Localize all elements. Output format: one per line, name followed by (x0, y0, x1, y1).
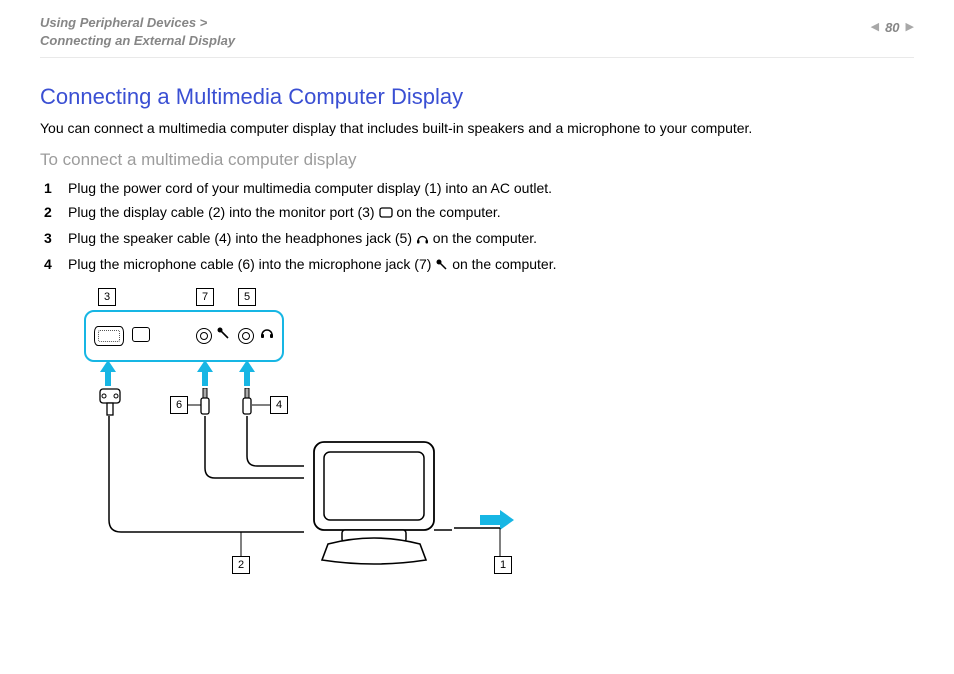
callout-3: 3 (98, 288, 116, 306)
step-item: Plug the display cable (2) into the moni… (44, 204, 914, 222)
step-text: on the computer. (452, 256, 556, 272)
step-item: Plug the microphone cable (6) into the m… (44, 256, 914, 274)
callout-5: 5 (238, 288, 256, 306)
mic-jack-icon (196, 328, 212, 344)
vga-plug-icon (99, 388, 109, 410)
breadcrumb-line-1: Using Peripheral Devices > (40, 14, 235, 32)
monitor-port-icon (132, 327, 150, 342)
page-title: Connecting a Multimedia Computer Display (40, 84, 914, 110)
step-text: Plug the speaker cable (4) into the head… (68, 230, 416, 246)
page-number: 80 (885, 20, 899, 35)
callout-7: 7 (196, 288, 214, 306)
headphones-icon (260, 326, 274, 340)
step-item: Plug the speaker cable (4) into the head… (44, 230, 914, 248)
next-page-arrow-icon[interactable]: ▶ (906, 22, 914, 33)
up-arrow-icon (197, 360, 211, 389)
step-text: on the computer. (433, 230, 537, 246)
step-text: on the computer. (396, 204, 500, 220)
section-subtitle: To connect a multimedia computer display (40, 150, 914, 170)
leader-line (187, 404, 201, 406)
prev-page-arrow-icon[interactable]: ◀ (871, 22, 879, 33)
page-content: Connecting a Multimedia Computer Display… (0, 58, 954, 592)
audio-plug-icon (200, 388, 210, 410)
step-text: Plug the microphone cable (6) into the m… (68, 256, 435, 272)
pager: ◀ 80 ▶ (871, 14, 914, 35)
crt-monitor-icon (294, 432, 454, 572)
headphones-icon (416, 232, 429, 248)
leader-line (454, 526, 502, 560)
step-text: Plug the display cable (2) into the moni… (68, 204, 379, 220)
callout-2: 2 (232, 556, 250, 574)
monitor-port-icon (379, 206, 393, 222)
breadcrumb: Using Peripheral Devices > Connecting an… (40, 14, 235, 49)
step-item: Plug the power cord of your multimedia c… (44, 180, 914, 196)
connection-diagram: 3 7 5 6 4 (84, 292, 584, 592)
microphone-icon (216, 326, 230, 340)
up-arrow-icon (100, 360, 114, 389)
leader-line (240, 532, 242, 556)
leader-line (252, 404, 270, 406)
microphone-icon (435, 258, 448, 274)
step-text: Plug the power cord of your multimedia c… (68, 180, 552, 196)
page-header: Using Peripheral Devices > Connecting an… (0, 0, 954, 55)
up-arrow-icon (239, 360, 253, 389)
ports-panel (84, 310, 284, 362)
intro-paragraph: You can connect a multimedia computer di… (40, 120, 914, 136)
breadcrumb-line-2: Connecting an External Display (40, 32, 235, 50)
vga-port-icon (94, 326, 124, 346)
steps-list: Plug the power cord of your multimedia c… (40, 180, 914, 274)
headphone-jack-icon (238, 328, 254, 344)
audio-plug-icon (242, 388, 252, 410)
